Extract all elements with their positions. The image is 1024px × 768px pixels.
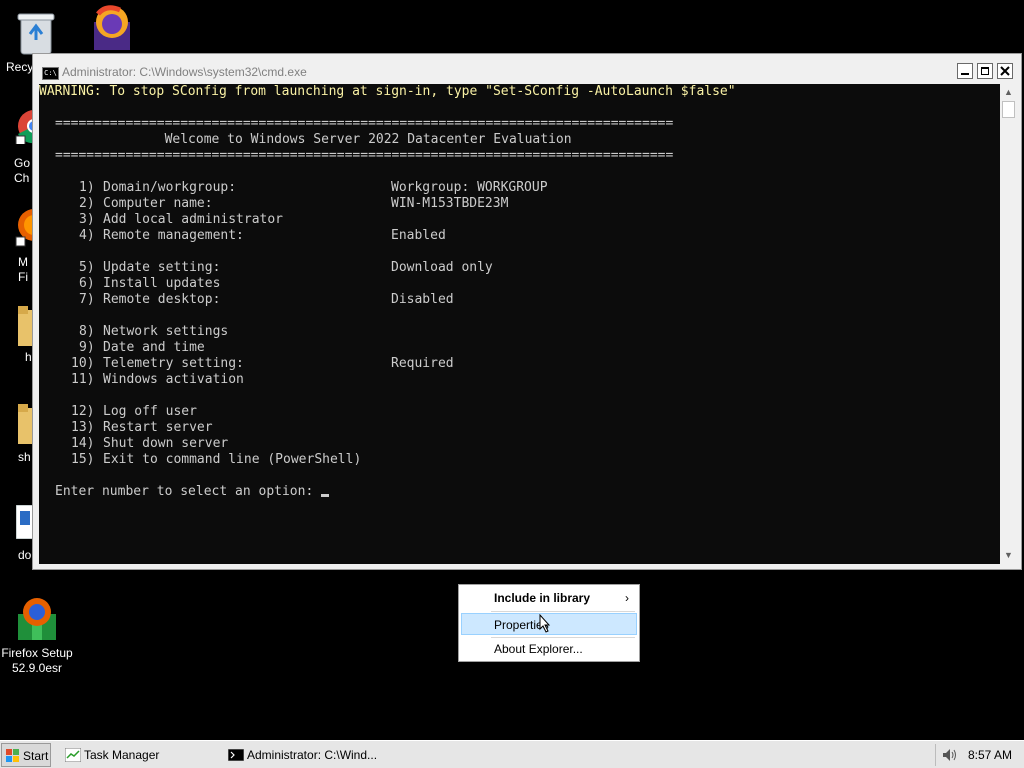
- banner-rule-bottom: ========================================…: [55, 148, 674, 163]
- firefox-installer-icon: [94, 5, 130, 50]
- menu-item-label: Include in library: [494, 591, 591, 605]
- window-titlebar[interactable]: C:\ Administrator: C:\Windows\system32\c…: [33, 54, 1021, 84]
- scroll-thumb[interactable]: [1002, 101, 1015, 118]
- maximize-icon: [981, 67, 989, 75]
- menu-option-label: Telemetry setting:: [103, 356, 244, 371]
- menu-option-number: 1): [79, 180, 95, 195]
- menu-option-label: Update setting:: [103, 260, 221, 275]
- desktop-icon-firefox[interactable]: M Fi: [0, 205, 42, 285]
- menu-option-label: Date and time: [103, 340, 205, 355]
- menu-option-value: Workgroup: WORKGROUP: [391, 180, 548, 195]
- menu-option-number: 8): [79, 324, 95, 339]
- text-cursor: [321, 494, 330, 497]
- menu-option-number: 2): [79, 196, 95, 211]
- desktop-icon-folder-sh[interactable]: sh: [0, 402, 36, 466]
- taskbar-item-cmd[interactable]: Administrator: C:\Wind...: [227, 743, 417, 767]
- taskbar-item-label: Task Manager: [84, 748, 160, 762]
- menu-option-label: Domain/workgroup:: [103, 180, 237, 195]
- start-label: Start: [23, 749, 49, 763]
- recycle-bin-icon: [17, 13, 55, 55]
- firefox-setup-icon: [18, 598, 56, 640]
- menu-item-include-in-library[interactable]: Include in library ›: [461, 587, 637, 609]
- desktop-icon-label: h: [25, 350, 32, 364]
- menu-option-number: 10): [71, 356, 95, 371]
- desktop-icon-label: M Fi: [18, 255, 28, 284]
- scroll-up-arrow-icon[interactable]: ▲: [1000, 84, 1017, 101]
- desktop-icon-firefox-setup[interactable]: Firefox Setup 52.9.0esr: [0, 596, 74, 680]
- close-button[interactable]: [997, 63, 1013, 79]
- menu-option-number: 12): [71, 404, 95, 419]
- mouse-pointer-icon: [539, 614, 551, 633]
- menu-option-label: Restart server: [103, 420, 213, 435]
- menu-option-number: 13): [71, 420, 95, 435]
- menu-item-label: About Explorer...: [494, 642, 583, 656]
- close-icon: [1000, 66, 1010, 76]
- menu-option-label: Add local administrator: [103, 212, 284, 227]
- desktop-icon-label: do: [18, 548, 32, 562]
- menu-option-label: Exit to command line (PowerShell): [103, 452, 362, 467]
- window-title: Administrator: C:\Windows\system32\cmd.e…: [62, 65, 307, 79]
- cmd-icon: C:\: [42, 67, 59, 80]
- menu-option-number: 14): [71, 436, 95, 451]
- menu-option-value: WIN-M153TBDE23M: [391, 196, 509, 211]
- context-menu: Include in library › Properties About Ex…: [458, 584, 640, 662]
- console-output[interactable]: WARNING: To stop SConfig from launching …: [39, 84, 1000, 564]
- menu-option-label: Remote management:: [103, 228, 244, 243]
- menu-option-number: 15): [71, 452, 95, 467]
- menu-option-number: 11): [71, 372, 95, 387]
- menu-option-number: 3): [79, 212, 95, 227]
- desktop-icon-document[interactable]: do: [0, 503, 36, 567]
- taskbar-item-task-manager[interactable]: Task Manager: [63, 743, 213, 767]
- banner-heading: Welcome to Windows Server 2022 Datacente…: [55, 132, 572, 147]
- menu-option-label: Shut down server: [103, 436, 229, 451]
- tray-divider: [935, 744, 936, 766]
- cmd-window[interactable]: C:\ Administrator: C:\Windows\system32\c…: [32, 53, 1022, 570]
- volume-icon[interactable]: [942, 748, 958, 762]
- menu-option-label: Remote desktop:: [103, 292, 221, 307]
- desktop-icon-firefox-installer[interactable]: [88, 4, 136, 52]
- menu-option-label: Log off user: [103, 404, 197, 419]
- menu-option-number: 9): [79, 340, 95, 355]
- system-clock[interactable]: 8:57 AM: [968, 743, 1012, 767]
- desktop-icon-chrome[interactable]: Go Ch: [0, 106, 42, 186]
- menu-option-number: 7): [79, 292, 95, 307]
- desktop-icon-label: Recy: [6, 60, 34, 74]
- menu-option-value: Required: [391, 356, 454, 371]
- prompt-line[interactable]: Enter number to select an option:: [55, 484, 330, 500]
- menu-option-value: Enabled: [391, 228, 446, 243]
- minimize-button[interactable]: [957, 63, 973, 79]
- menu-option-number: 4): [79, 228, 95, 243]
- desktop-icon-folder-h[interactable]: h: [0, 304, 36, 368]
- menu-option-label: Computer name:: [103, 196, 213, 211]
- desktop-icon-label: Firefox Setup 52.9.0esr: [1, 646, 73, 675]
- cmd-icon: [228, 749, 244, 761]
- menu-option-label: Network settings: [103, 324, 229, 339]
- minimize-icon: [961, 73, 969, 75]
- prompt-text: Enter number to select an option:: [55, 484, 322, 499]
- menu-option-number: 5): [79, 260, 95, 275]
- maximize-button[interactable]: [977, 63, 993, 79]
- submenu-arrow-icon: ›: [625, 591, 629, 605]
- taskbar-item-label: Administrator: C:\Wind...: [247, 748, 378, 762]
- menu-option-value: Download only: [391, 260, 493, 275]
- taskbar: Start Task Manager Administrator: C:\Win…: [0, 740, 1024, 768]
- menu-separator: [491, 611, 635, 612]
- banner-rule-top: ========================================…: [55, 116, 674, 131]
- menu-option-label: Windows activation: [103, 372, 244, 387]
- scroll-down-arrow-icon[interactable]: ▼: [1000, 547, 1017, 564]
- sconfig-warning: WARNING: To stop SConfig from launching …: [39, 84, 736, 99]
- windows-logo-icon: [6, 749, 19, 762]
- menu-option-number: 6): [79, 276, 95, 291]
- menu-option-label: Install updates: [103, 276, 221, 291]
- vertical-scrollbar[interactable]: ▲ ▼: [1000, 84, 1017, 564]
- start-button[interactable]: Start: [1, 743, 51, 767]
- menu-item-about-explorer[interactable]: About Explorer...: [461, 638, 637, 660]
- desktop-icon-label: Go Ch: [14, 156, 31, 185]
- desktop-icon-label: sh: [18, 450, 31, 464]
- menu-option-value: Disabled: [391, 292, 454, 307]
- task-manager-icon: [65, 748, 81, 762]
